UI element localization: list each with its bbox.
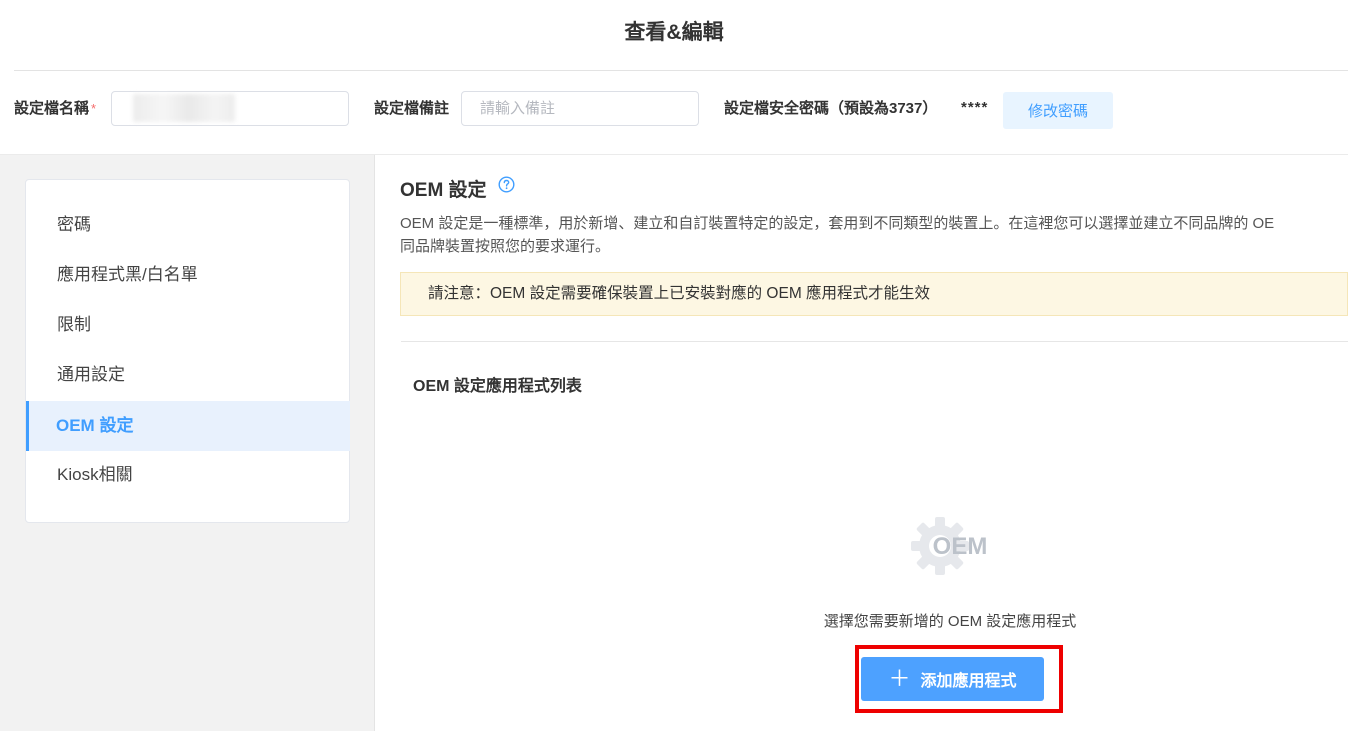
add-app-button[interactable]: ＋ 添加應用程式 bbox=[861, 657, 1044, 701]
page-title: 查看&編輯 bbox=[624, 21, 724, 44]
sidebar-item-app-blacklist-whitelist[interactable]: 應用程式黑/白名單 bbox=[27, 250, 350, 300]
oem-gear-icon: OEM bbox=[911, 517, 988, 575]
change-password-button[interactable]: 修改密碼 bbox=[1003, 92, 1113, 129]
description-line-1: OEM 設定是一種標準，用於新增、建立和自訂裝置特定的設定，套用到不同類型的裝置… bbox=[400, 215, 1275, 232]
add-app-button-label: 添加應用程式 bbox=[920, 673, 1017, 690]
sidebar-item-restrictions[interactable]: 限制 bbox=[27, 300, 350, 350]
redacted-name-value bbox=[133, 94, 235, 122]
sidebar-menu: 密碼 應用程式黑/白名單 限制 通用設定 OEM 設定 Kiosk相關 bbox=[25, 179, 350, 523]
sidebar-item-oem-settings[interactable]: OEM 設定 bbox=[26, 401, 350, 451]
profile-name-label: 設定檔名稱 * bbox=[14, 97, 96, 118]
profile-note-label: 設定檔備註 bbox=[374, 100, 450, 117]
password-mask: **** bbox=[961, 99, 989, 116]
empty-state-text: 選擇您需要新增的 OEM 設定應用程式 bbox=[823, 613, 1077, 630]
app-list-title: OEM 設定應用程式列表 bbox=[413, 378, 582, 395]
notice-banner: 請注意：OEM 設定需要確保裝置上已安裝對應的 OEM 應用程式才能生效 bbox=[400, 272, 1348, 316]
content-divider bbox=[401, 341, 1348, 342]
section-title: OEM 設定 bbox=[400, 180, 487, 201]
sidebar-item-general-settings[interactable]: 通用設定 bbox=[27, 350, 350, 400]
description-line-2: 同品牌裝置按照您的要求運行。 bbox=[400, 238, 611, 255]
profile-password-label: 設定檔安全密碼（預設為3737） bbox=[724, 100, 938, 117]
question-circle-icon[interactable] bbox=[498, 176, 515, 193]
section-description: OEM 設定是一種標準，用於新增、建立和自訂裝置特定的設定，套用到不同類型的裝置… bbox=[400, 212, 1348, 258]
sidebar-item-kiosk[interactable]: Kiosk相關 bbox=[27, 450, 350, 500]
profile-name-label-text: 設定檔名稱 bbox=[14, 100, 90, 117]
profile-note-input[interactable] bbox=[461, 91, 699, 126]
sidebar-item-password[interactable]: 密碼 bbox=[27, 200, 350, 250]
title-divider bbox=[14, 70, 1348, 71]
oem-icon-text: OEM bbox=[933, 533, 988, 560]
plus-icon: ＋ bbox=[888, 666, 911, 691]
required-mark: * bbox=[91, 101, 97, 116]
